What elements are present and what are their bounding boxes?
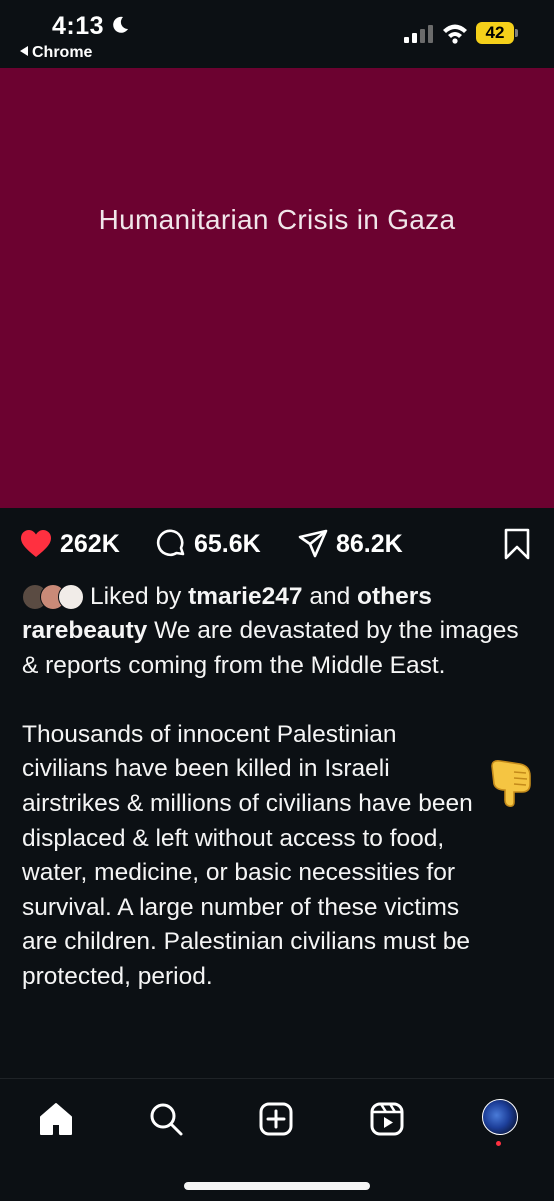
comment-icon <box>156 529 185 557</box>
battery-indicator: 42 <box>476 22 514 44</box>
like-count: 262K <box>60 529 120 558</box>
home-indicator[interactable] <box>184 1182 370 1190</box>
signal-icon <box>404 25 433 43</box>
notification-dot <box>496 1141 501 1146</box>
bookmark-icon[interactable] <box>504 528 530 560</box>
avatar <box>58 584 84 610</box>
home-icon[interactable] <box>38 1101 74 1137</box>
status-time: 4:13 <box>52 12 105 40</box>
liked-by-line[interactable]: Liked by tmarie247 and others <box>22 580 532 614</box>
back-to-app-link[interactable]: Chrome <box>20 44 92 62</box>
post-image[interactable]: Humanitarian Crisis in Gaza <box>0 68 554 508</box>
liked-by-others[interactable]: others <box>357 580 432 615</box>
liked-by-user[interactable]: tmarie247 <box>188 580 302 615</box>
liked-by-prefix: Liked by <box>90 582 182 610</box>
post-actions: 262K 65.6K 86.2K <box>0 508 554 580</box>
reels-icon[interactable] <box>369 1101 405 1137</box>
share-count: 86.2K <box>336 529 403 558</box>
share-button[interactable]: 86.2K <box>298 528 403 560</box>
caption-paragraph-1: rarebeauty We are devastated by the imag… <box>22 614 532 683</box>
profile-avatar[interactable] <box>482 1099 518 1135</box>
share-icon <box>298 529 328 558</box>
wifi-icon <box>443 24 467 44</box>
caption-username[interactable]: rarebeauty <box>22 617 147 644</box>
search-icon[interactable] <box>148 1101 184 1137</box>
back-arrow-icon <box>20 46 28 56</box>
heart-icon <box>21 530 51 557</box>
battery-tip <box>515 29 518 37</box>
liked-by-avatars <box>22 584 84 610</box>
post-image-title: Humanitarian Crisis in Gaza <box>98 204 456 235</box>
create-icon[interactable] <box>258 1101 294 1137</box>
comment-count: 65.6K <box>194 529 261 558</box>
liked-by-conjunction: and <box>309 582 351 610</box>
caption-paragraph-2: Thousands of innocent Palestinian civili… <box>22 720 473 990</box>
like-button[interactable]: 262K <box>20 528 120 560</box>
post-caption: Liked by tmarie247 and others rarebeauty… <box>22 580 532 995</box>
status-bar: 4:13 Chrome 42 <box>0 0 554 68</box>
comment-button[interactable]: 65.6K <box>156 528 261 560</box>
backhand-index-pointing-down-icon <box>491 760 531 807</box>
moon-icon <box>113 16 128 33</box>
back-app-label: Chrome <box>32 44 93 61</box>
